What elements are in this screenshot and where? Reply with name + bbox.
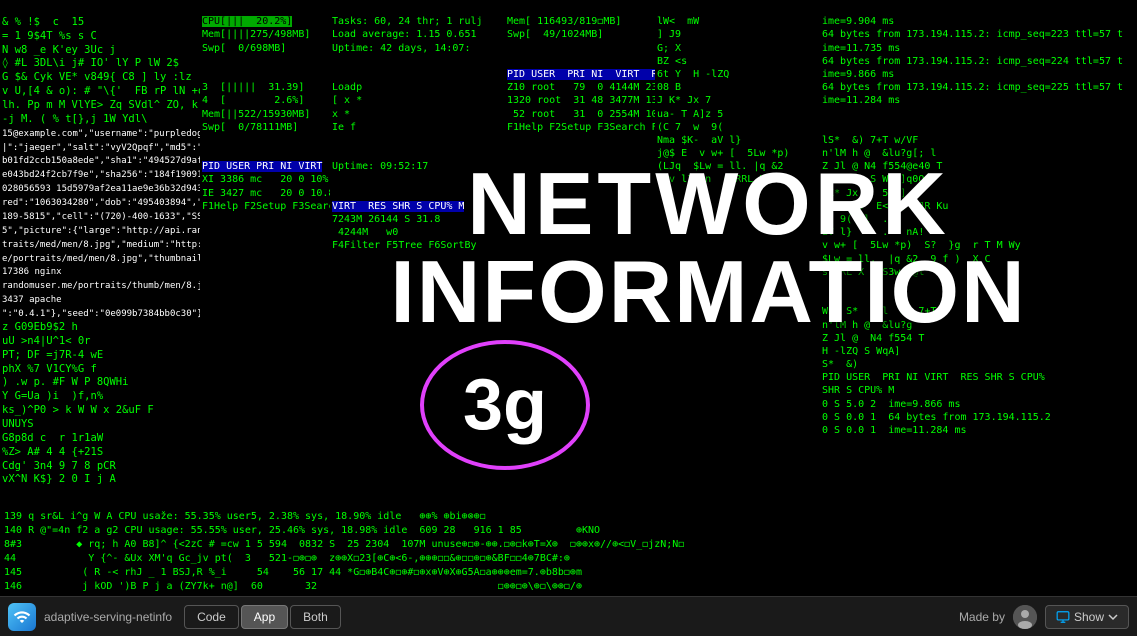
expand-icon [1108, 612, 1118, 622]
terminal-col5: lW< mW ] J9 G; X BZ <s 6t Y H -lZQ 08 B … [655, 0, 820, 596]
stats-line-2: 140 R @"=4n f2 a g2 CPU usage: 55.55% us… [4, 524, 1133, 538]
terminal-col2: CPU[||| 20.2%] Mem[||||275/498MB] Swp[ 0… [200, 0, 330, 596]
made-by-label: Made by [959, 610, 1005, 624]
right-section: Made by Show [959, 605, 1129, 629]
show-button[interactable]: Show [1045, 605, 1129, 629]
terminal-col1: & % !$ c 15 = 1 9$4T %s s C N w8 _e K'ey… [0, 0, 200, 596]
network-type-circle: 3g [420, 340, 590, 470]
terminal-background: & % !$ c 15 = 1 9$4T %s s C N w8 _e K'ey… [0, 0, 1137, 596]
toolbar: adaptive-serving-netinfo Code App Both M… [0, 596, 1137, 636]
tab-both[interactable]: Both [290, 605, 341, 629]
avatar-icon [1013, 605, 1037, 629]
network-type-label: 3g [463, 364, 547, 446]
app-icon [8, 603, 36, 631]
tab-code[interactable]: Code [184, 605, 239, 629]
show-label: Show [1074, 610, 1104, 624]
stats-line-5: 145 ( R -< rhJ _ 1 BSJ,R %_i 54 56 17 44… [4, 566, 1133, 580]
avatar [1013, 605, 1037, 629]
stats-line-4: 44 Y {^- &Ux XM'q Gc_jv pt( 3 521-◻⊕◻⊕ z… [4, 552, 1133, 566]
stats-line-1: 139 q sr&L i^g W A CPU usaže: 55.35% use… [4, 510, 1133, 524]
tab-app[interactable]: App [241, 605, 288, 629]
tab-group: Code App Both [184, 605, 341, 629]
show-icon [1056, 610, 1070, 624]
stats-line-6: 146 j kOD ')B P j a (ZY7k+ n@] 60 32 ◻⊕⊕… [4, 580, 1133, 594]
app-name-label: adaptive-serving-netinfo [44, 610, 172, 624]
terminal-col4: Mem[ 116493/819◻MB] Swp[ 49/1024MB] PID … [505, 0, 655, 596]
bottom-stats-bar: 139 q sr&L i^g W A CPU usaže: 55.35% use… [0, 510, 1137, 594]
terminal-col6: ime=9.904 ms 64 bytes from 173.194.115.2… [820, 0, 1137, 596]
stats-line-3: 8#3 ◆ rq; h A0 B8]^ {<2zC # =cw 1 5 594 … [4, 538, 1133, 552]
terminal-col3: Tasks: 60, 24 thr; 1 rulj Load average: … [330, 0, 505, 596]
wifi-icon [13, 608, 31, 626]
